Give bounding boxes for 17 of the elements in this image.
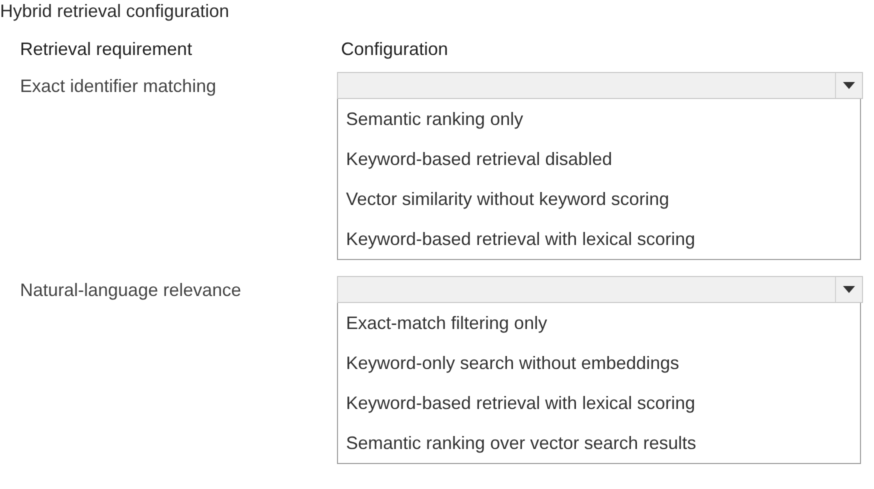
requirement-label: Exact identifier matching	[19, 75, 218, 98]
caret-icon	[843, 286, 855, 293]
dropdown-option[interactable]: Vector similarity without keyword scoring	[338, 179, 860, 219]
dropdown-option[interactable]: Keyword-based retrieval with lexical scoring	[338, 219, 860, 259]
dropdown-option[interactable]: Semantic ranking only	[338, 99, 860, 139]
dropdown-option[interactable]: Keyword-based retrieval with lexical scoring	[338, 383, 860, 423]
dropdown-option[interactable]: Keyword-only search without embeddings	[338, 343, 860, 383]
column-header: Retrieval requirement	[19, 38, 194, 60]
dropdown-option[interactable]: Exact-match filtering only	[338, 303, 860, 343]
dropdown[interactable]	[337, 72, 863, 99]
dropdown-option[interactable]: Keyword-based retrieval disabled	[338, 139, 860, 179]
section-title: Hybrid retrieval configuration	[0, 0, 230, 22]
column-header: Configuration	[340, 38, 450, 60]
dropdown[interactable]	[337, 276, 863, 303]
dropdown-option[interactable]: Semantic ranking over vector search results	[338, 423, 860, 463]
requirement-label: Natural-language relevance	[19, 279, 242, 302]
caret-icon	[843, 82, 855, 89]
